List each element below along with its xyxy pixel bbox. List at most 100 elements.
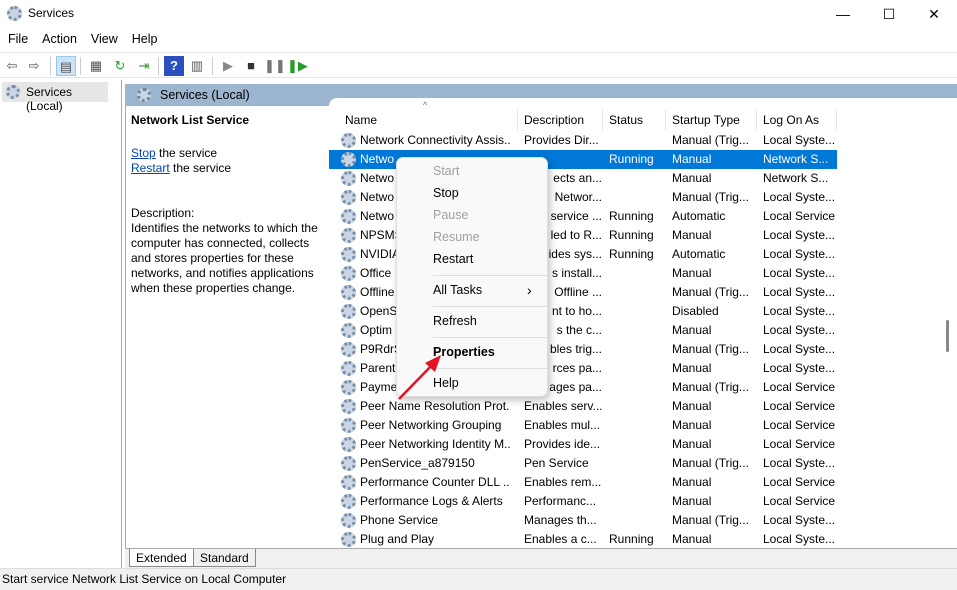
export-icon[interactable]: ⇥ bbox=[134, 56, 154, 76]
gear-icon bbox=[341, 532, 356, 547]
startup-type-cell: Manual bbox=[672, 323, 712, 337]
table-row[interactable]: Network Connectivity Assis... Provides Di… bbox=[329, 131, 837, 150]
startup-type-cell: Manual bbox=[672, 152, 712, 166]
column-header-log-on-as[interactable]: Log On As bbox=[757, 110, 837, 130]
stop-service-link[interactable]: Stop bbox=[131, 146, 156, 160]
status-cell: Running bbox=[609, 247, 654, 261]
startup-type-cell: Manual (Trig... bbox=[672, 342, 749, 356]
startup-type-cell: Manual (Trig... bbox=[672, 285, 749, 299]
log-on-as-cell: Local Syste... bbox=[763, 342, 836, 356]
menu-separator bbox=[433, 368, 547, 369]
menu-separator bbox=[433, 337, 547, 338]
gear-icon bbox=[341, 247, 356, 262]
window-title: Services bbox=[28, 6, 75, 20]
tree-item-services-local[interactable]: Services (Local) bbox=[2, 82, 108, 113]
startup-type-cell: Manual bbox=[672, 228, 712, 242]
table-row[interactable]: Plug and Play Enables a c... Running Manual… bbox=[329, 530, 837, 549]
status-bar: Start service Network List Service on Lo… bbox=[0, 568, 957, 590]
context-menu-refresh[interactable]: Refresh bbox=[433, 314, 477, 328]
context-menu-restart[interactable]: Restart bbox=[433, 252, 473, 266]
log-on-as-cell: Local Service bbox=[763, 418, 836, 432]
menu-help[interactable]: Help bbox=[124, 28, 164, 46]
close-button[interactable]: ✕ bbox=[911, 0, 957, 28]
column-header-startup-type[interactable]: Startup Type bbox=[666, 110, 757, 130]
startup-type-cell: Disabled bbox=[672, 304, 719, 318]
menu-file[interactable]: File bbox=[0, 28, 34, 46]
description-cell: Enables serv... bbox=[524, 399, 602, 413]
properties-icon[interactable]: ▦ bbox=[86, 56, 106, 76]
table-row[interactable]: Peer Networking Identity M... Provides id… bbox=[329, 435, 837, 454]
table-row[interactable]: Performance Logs & Alerts Performanc... Ma… bbox=[329, 492, 837, 511]
forward-icon[interactable]: ⇨ bbox=[24, 56, 44, 76]
name-cell: Peer Networking Identity M... bbox=[360, 437, 510, 451]
restart-service-link[interactable]: Restart bbox=[131, 161, 170, 175]
back-icon[interactable]: ⇦ bbox=[2, 56, 22, 76]
refresh-icon[interactable]: ↻ bbox=[110, 56, 130, 76]
table-row[interactable]: Phone Service Manages th... Manual (Trig..… bbox=[329, 511, 837, 530]
gear-icon bbox=[341, 152, 356, 167]
minimize-button[interactable]: — bbox=[820, 0, 866, 28]
log-on-as-cell: Local Syste... bbox=[763, 361, 836, 375]
help-icon[interactable]: ? bbox=[164, 56, 184, 76]
log-on-as-cell: Local Syste... bbox=[763, 228, 836, 242]
sort-ascending-icon: ^ bbox=[423, 100, 428, 110]
menu-view[interactable]: View bbox=[83, 28, 124, 46]
start-icon[interactable]: ▶ bbox=[218, 56, 238, 76]
toolbar: ⇦ ⇨ ▤ ▦ ↻ ⇥ ? ▥ ▶ ■ ❚❚ ❚▶ bbox=[0, 52, 957, 78]
gear-icon bbox=[341, 133, 356, 148]
menu-separator bbox=[433, 306, 547, 307]
table-row[interactable]: Performance Counter DLL ... Enables rem..… bbox=[329, 473, 837, 492]
column-header-description[interactable]: Description bbox=[518, 110, 603, 130]
log-on-as-cell: Local Service bbox=[763, 475, 836, 489]
gear-icon bbox=[341, 456, 356, 471]
gear-icon bbox=[341, 437, 356, 452]
gear-icon bbox=[341, 171, 356, 186]
show-hide-tree-icon[interactable]: ▤ bbox=[56, 56, 76, 76]
gear-icon bbox=[341, 513, 356, 528]
stop-icon[interactable]: ■ bbox=[241, 56, 261, 76]
description-cell: Pen Service bbox=[524, 456, 589, 470]
startup-type-cell: Manual bbox=[672, 171, 712, 185]
console-icon[interactable]: ▥ bbox=[187, 56, 207, 76]
scrollbar-thumb[interactable] bbox=[946, 320, 949, 352]
startup-type-cell: Manual bbox=[672, 266, 712, 280]
context-menu-stop[interactable]: Stop bbox=[433, 186, 459, 200]
name-cell: Performance Counter DLL ... bbox=[360, 475, 510, 489]
service-name: Network List Service bbox=[131, 113, 250, 127]
restart-text: the service bbox=[169, 161, 232, 175]
description-cell: Performanc... bbox=[524, 494, 597, 508]
gear-icon bbox=[341, 304, 356, 319]
tab-extended[interactable]: Extended bbox=[129, 549, 194, 567]
log-on-as-cell: Local Service bbox=[763, 437, 836, 451]
gear-icon bbox=[6, 85, 20, 99]
description-cell: Enables rem... bbox=[524, 475, 602, 489]
gear-icon bbox=[341, 418, 356, 433]
table-row[interactable]: PenService_a879150 Pen Service Manual (Tri… bbox=[329, 454, 837, 473]
log-on-as-cell: Local Syste... bbox=[763, 285, 836, 299]
log-on-as-cell: Local Syste... bbox=[763, 532, 836, 546]
menu-action[interactable]: Action bbox=[34, 28, 83, 46]
status-cell: Running bbox=[609, 532, 654, 546]
log-on-as-cell: Local Service bbox=[763, 380, 836, 394]
startup-type-cell: Manual bbox=[672, 399, 712, 413]
log-on-as-cell: Local Syste... bbox=[763, 133, 836, 147]
restart-icon[interactable]: ❚▶ bbox=[287, 56, 308, 76]
pause-icon[interactable]: ❚❚ bbox=[264, 56, 286, 76]
gear-icon bbox=[341, 285, 356, 300]
startup-type-cell: Manual bbox=[672, 418, 712, 432]
context-menu-start: Start bbox=[433, 164, 460, 178]
context-menu-all-tasks[interactable]: All Tasks bbox=[433, 283, 482, 297]
startup-type-cell: Manual (Trig... bbox=[672, 133, 749, 147]
column-header-name[interactable]: Name bbox=[339, 110, 518, 130]
column-header-status[interactable]: Status bbox=[603, 110, 666, 130]
gear-icon bbox=[341, 380, 356, 395]
gear-icon bbox=[341, 209, 356, 224]
startup-type-cell: Manual (Trig... bbox=[672, 190, 749, 204]
startup-type-cell: Manual (Trig... bbox=[672, 380, 749, 394]
maximize-button[interactable]: ☐ bbox=[866, 0, 912, 28]
tab-standard[interactable]: Standard bbox=[193, 549, 256, 567]
table-row[interactable]: Peer Networking Grouping Enables mul... Ma… bbox=[329, 416, 837, 435]
gear-icon bbox=[341, 475, 356, 490]
description-label: Description: bbox=[131, 206, 195, 220]
log-on-as-cell: Local Syste... bbox=[763, 513, 836, 527]
